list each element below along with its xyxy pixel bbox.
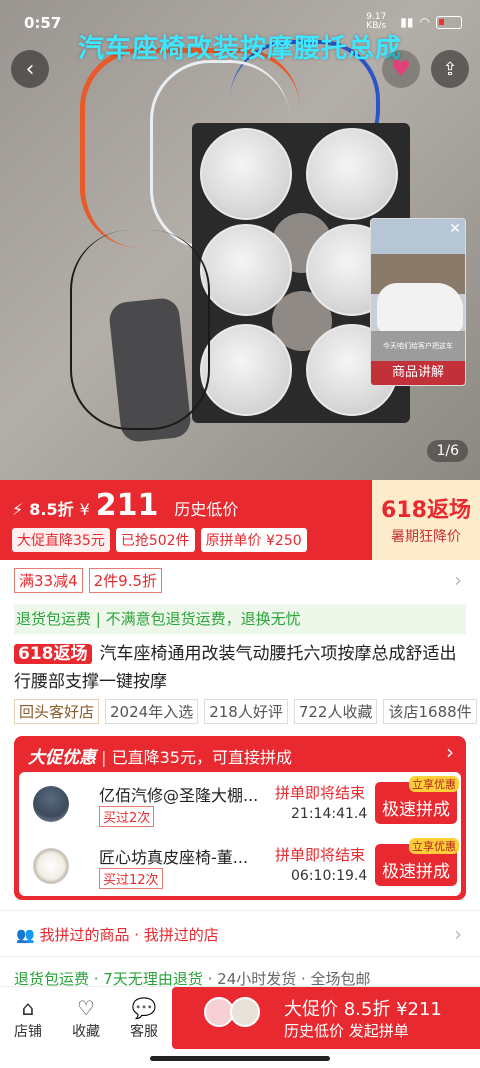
customer-service-button[interactable]: 💬 客服 — [124, 995, 164, 1041]
group-countdown: 06:10:19.4 — [291, 868, 368, 884]
home-indicator — [150, 1056, 330, 1061]
service-label: 客服 — [130, 1024, 158, 1040]
image-pager: 1/6 — [427, 440, 468, 462]
group-buy-panel: 大促优惠 | 已直降35元，可直接拼成 › 亿佰汽修@圣隆大棚... 买过2次 … — [14, 736, 466, 900]
avatar — [33, 848, 69, 884]
bought-count: 买过2次 — [99, 806, 155, 827]
group-header-text: 已直降35元，可直接拼成 — [111, 748, 292, 767]
divider — [0, 956, 480, 957]
currency-symbol: ¥ — [79, 500, 90, 519]
air-cup — [200, 324, 292, 416]
favorite-label: 收藏 — [72, 1024, 100, 1040]
coupon[interactable]: 满33减4 — [14, 568, 83, 593]
mini-video[interactable]: 今天咱们给客户把这车 ✕ 商品讲解 — [370, 218, 466, 386]
video-caption: 今天咱们给客户把这车 — [383, 342, 453, 350]
title-tag: 618返场 — [14, 644, 92, 664]
price-value: 211 — [95, 488, 159, 523]
chevron-right-icon[interactable]: › — [454, 922, 462, 946]
return-freight-banner: 退货包运费 | 不满意包退货运费，退换无忧 — [14, 604, 466, 634]
quick-join-button[interactable]: 立享优惠 极速拼成 — [375, 838, 459, 886]
group-row: 亿佰汽修@圣隆大棚... 买过2次 拼单即将结束 21:14:41.4 立享优惠… — [19, 772, 461, 834]
group-user-name: 匠心坊真皮座椅-董... — [99, 848, 249, 867]
history-low-label: 历史低价 — [174, 500, 239, 519]
group-header-brand: 大促优惠 — [28, 748, 96, 768]
lightning-icon: ⚡ — [12, 500, 24, 519]
air-cup — [200, 128, 292, 220]
instant-discount-badge: 立享优惠 — [409, 838, 459, 854]
store-tag: 2024年入选 — [105, 699, 199, 724]
buy-line-2: 历史低价 发起拼单 — [284, 1022, 409, 1040]
price-chip: 已抢502件 — [115, 528, 195, 552]
price-chip: 原拼单价 ¥250 — [200, 528, 307, 552]
black-wire — [70, 230, 210, 430]
store-button[interactable]: ⌂ 店铺 — [8, 995, 48, 1041]
wifi-icon: ◠ — [419, 15, 430, 29]
coupon[interactable]: 2件9.5折 — [88, 568, 163, 593]
group-status: 拼单即将结束 — [275, 784, 366, 802]
store-tag[interactable]: 回头客好店 — [14, 699, 100, 724]
back-icon: ‹ — [25, 56, 35, 82]
video-label: 商品讲解 — [371, 361, 465, 385]
store-tag: 722人收藏 — [293, 699, 378, 724]
promo-618-badge[interactable]: 618返场 暑期狂降价 — [372, 480, 480, 560]
air-cup — [200, 224, 292, 316]
close-icon[interactable]: ✕ — [449, 221, 461, 237]
video-car — [377, 283, 463, 333]
quick-join-button[interactable]: 立享优惠 极速拼成 — [375, 776, 459, 824]
promo-small-text: 暑期狂降价 — [391, 529, 461, 545]
app-logo-button[interactable]: ♥ — [382, 50, 420, 88]
price-chip: 大促直降35元 — [12, 528, 110, 552]
heart-icon: ♡ — [77, 996, 95, 1020]
favorite-button[interactable]: ♡ 收藏 — [66, 995, 106, 1041]
chat-icon: 💬 — [131, 996, 157, 1020]
divider — [0, 910, 480, 911]
my-groups-text: 我拼过的商品 · 我拼过的店 — [39, 926, 219, 944]
chevron-right-icon[interactable]: › — [446, 740, 454, 764]
signal-icon: ▮▮ — [400, 15, 414, 29]
my-groups-link[interactable]: 👥 我拼过的商品 · 我拼过的店 — [16, 924, 219, 945]
group-status: 拼单即将结束 — [275, 846, 366, 864]
store-tag[interactable]: 218人好评 — [204, 699, 288, 724]
chevron-right-icon[interactable]: › — [454, 568, 462, 592]
avatar — [230, 997, 260, 1027]
avatar — [33, 786, 69, 822]
battery-icon — [436, 15, 462, 29]
back-button[interactable]: ‹ — [11, 50, 49, 88]
store-tags: 回头客好店 2024年入选 218人好评 722人收藏 该店1688件 — [14, 699, 477, 724]
store-icon: ⌂ — [21, 996, 35, 1020]
store-label: 店铺 — [14, 1024, 42, 1040]
bought-count: 买过12次 — [99, 868, 163, 889]
instant-discount-badge: 立享优惠 — [409, 776, 459, 792]
store-tag: 该店1688件 — [383, 699, 477, 724]
group-icon: 👥 — [16, 926, 35, 944]
buy-line-1: 大促价 8.5折 ¥211 — [284, 999, 442, 1020]
start-group-buy-button[interactable]: 大促价 8.5折 ¥211 历史低价 发起拼单 — [172, 987, 480, 1049]
share-icon: ⇪ — [442, 58, 458, 80]
group-row: 匠心坊真皮座椅-董... 买过12次 拼单即将结束 06:10:19.4 立享优… — [19, 834, 461, 896]
product-title: 618返场 汽车座椅通用改装气动腰托六项按摩总成舒适出行腰部支撑一键按摩 — [14, 640, 470, 696]
discount-text: 8.5折 — [29, 500, 74, 519]
group-list: 亿佰汽修@圣隆大棚... 买过2次 拼单即将结束 21:14:41.4 立享优惠… — [19, 772, 461, 896]
group-user-name: 亿佰汽修@圣隆大棚... — [99, 786, 259, 805]
group-countdown: 21:14:41.4 — [291, 806, 368, 822]
heart-logo-icon: ♥ — [391, 56, 411, 82]
group-header[interactable]: 大促优惠 | 已直降35元，可直接拼成 — [28, 743, 292, 768]
promo-big-text: 618返场 — [381, 498, 471, 523]
coupon-row[interactable]: 满33减4 2件9.5折 — [14, 568, 163, 593]
price-chips: 大促直降35元 已抢502件 原拼单价 ¥250 — [12, 528, 307, 552]
share-button[interactable]: ⇪ — [431, 50, 469, 88]
air-cup — [306, 128, 398, 220]
